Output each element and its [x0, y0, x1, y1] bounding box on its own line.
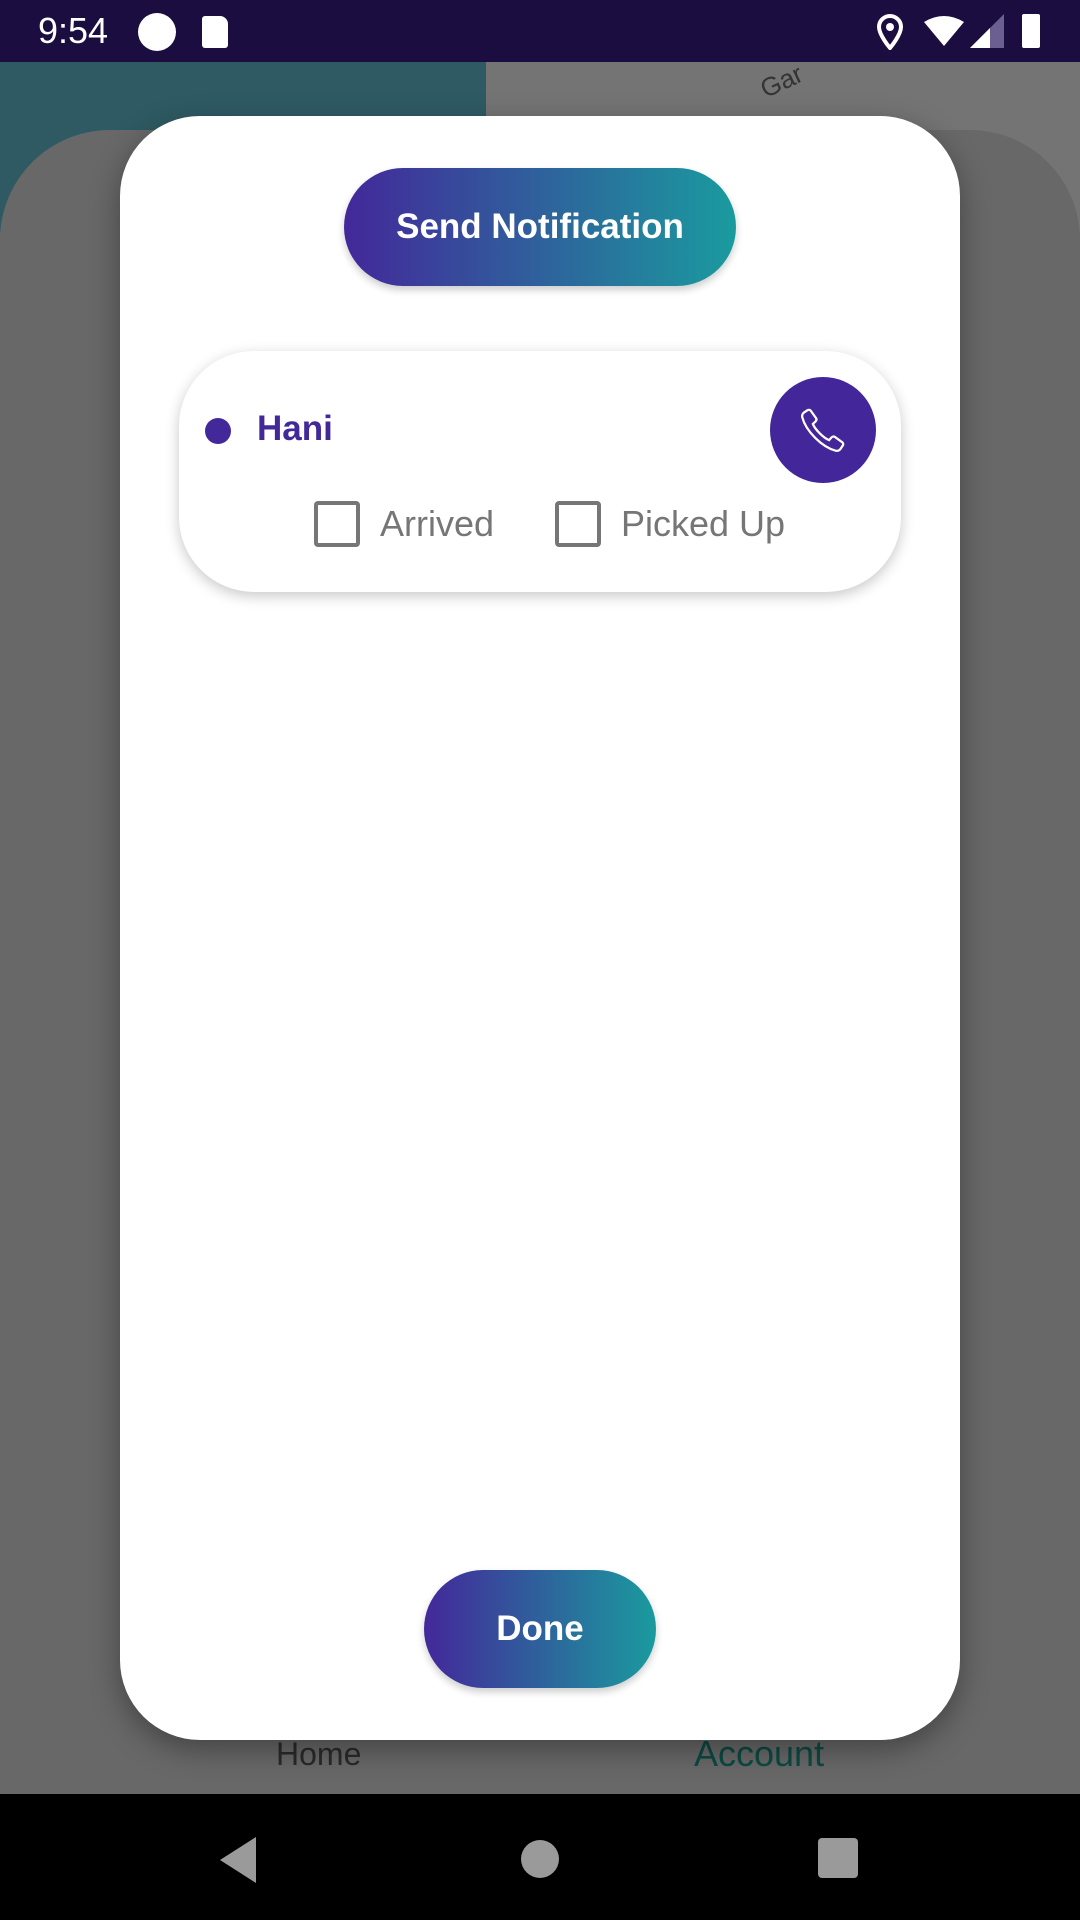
navigation-bar	[0, 1794, 1080, 1920]
status-time: 9:54	[38, 10, 109, 51]
picked-up-label: Picked Up	[621, 503, 786, 544]
recents-icon[interactable]	[818, 1838, 858, 1878]
home-nav-icon[interactable]	[521, 1840, 559, 1878]
status-bar: 9:54	[0, 0, 1080, 62]
status-dot-icon	[205, 418, 231, 444]
battery-icon	[1022, 14, 1040, 48]
checkbox-box[interactable]	[314, 501, 360, 547]
arrived-checkbox[interactable]: Arrived	[314, 501, 494, 547]
notification-dot-icon	[138, 13, 176, 51]
checkbox-box[interactable]	[555, 501, 601, 547]
back-icon[interactable]	[218, 1837, 258, 1883]
passenger-card: Hani Arrived Picked Up	[179, 351, 901, 592]
picked-up-checkbox[interactable]: Picked Up	[555, 501, 785, 547]
tab-home[interactable]: Home	[276, 1736, 361, 1773]
cell-signal-icon	[970, 14, 1004, 48]
location-icon	[876, 14, 904, 50]
arrived-label: Arrived	[380, 503, 495, 544]
phone-icon	[801, 408, 845, 452]
wifi-icon	[924, 16, 964, 46]
map-label: Gar	[755, 58, 808, 104]
sd-card-icon	[202, 16, 228, 48]
passenger-dialog: Send Notification Hani Arrived Picked Up…	[120, 116, 960, 1740]
send-notification-button[interactable]: Send Notification	[344, 168, 736, 286]
done-button[interactable]: Done	[424, 1570, 656, 1688]
call-button[interactable]	[770, 377, 876, 483]
passenger-name: Hani	[257, 409, 333, 448]
